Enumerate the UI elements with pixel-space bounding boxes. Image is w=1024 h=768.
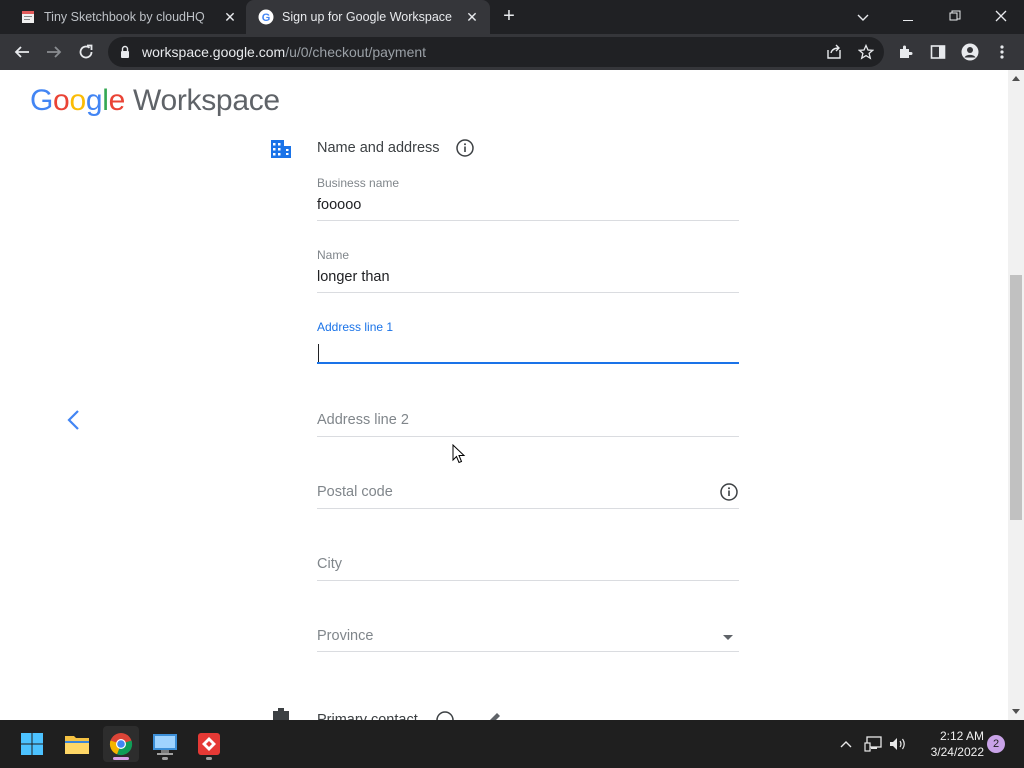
browser-toolbar: workspace.google.com/u/0/checkout/paymen… bbox=[0, 34, 1024, 70]
tab-title: Sign up for Google Workspace bbox=[282, 10, 453, 24]
chrome-taskbar-icon[interactable] bbox=[103, 726, 139, 762]
clock-time: 2:12 AM bbox=[939, 729, 984, 743]
forward-icon[interactable] bbox=[41, 39, 67, 65]
mouse-pointer-icon bbox=[452, 443, 466, 464]
running-indicator bbox=[162, 757, 168, 760]
restore-button[interactable] bbox=[932, 4, 978, 30]
field-label: Business name bbox=[317, 176, 400, 190]
logo-letter: o bbox=[53, 84, 70, 117]
close-window-button[interactable] bbox=[978, 4, 1024, 30]
field-placeholder[interactable]: Address line 2 bbox=[317, 412, 409, 428]
network-icon[interactable] bbox=[863, 734, 883, 754]
dropdown-arrow-icon[interactable] bbox=[723, 635, 733, 640]
svg-text:G: G bbox=[262, 12, 271, 24]
logo-letter: G bbox=[30, 84, 54, 117]
file-explorer-icon[interactable] bbox=[59, 726, 95, 762]
field-underline bbox=[317, 436, 739, 437]
tab-google-workspace[interactable]: G Sign up for Google Workspace ✕ bbox=[246, 0, 490, 34]
field-underline bbox=[317, 362, 739, 364]
url-path: /u/0/checkout/payment bbox=[285, 44, 427, 60]
windows-taskbar: 2:12 AM 3/24/2022 2 bbox=[0, 720, 1024, 768]
volume-icon[interactable] bbox=[888, 734, 908, 754]
name-field[interactable]: Name longer than bbox=[317, 248, 739, 294]
info-icon[interactable] bbox=[719, 482, 739, 502]
contact-card-icon bbox=[270, 708, 292, 720]
tab-search-chevron-icon[interactable] bbox=[840, 4, 886, 30]
system-clock[interactable]: 2:12 AM 3/24/2022 bbox=[912, 728, 984, 760]
logo-letter: o bbox=[69, 84, 86, 117]
business-building-icon bbox=[270, 138, 292, 160]
info-icon[interactable] bbox=[455, 138, 475, 158]
field-underline bbox=[317, 220, 739, 221]
tab-title: Tiny Sketchbook by cloudHQ - C bbox=[44, 10, 208, 24]
back-icon[interactable] bbox=[9, 39, 35, 65]
scroll-down-arrow-icon[interactable] bbox=[1012, 709, 1020, 714]
field-placeholder[interactable]: Postal code bbox=[317, 484, 393, 500]
red-app-icon[interactable] bbox=[191, 726, 227, 762]
primary-contact-section: Primary contact bbox=[270, 708, 570, 720]
profile-avatar-icon[interactable] bbox=[957, 39, 983, 65]
windows-start-icon[interactable] bbox=[14, 726, 50, 762]
bookmark-star-icon[interactable] bbox=[856, 42, 876, 62]
active-indicator bbox=[113, 757, 129, 760]
field-label: Name bbox=[317, 248, 350, 262]
field-underline bbox=[317, 508, 739, 509]
browser-menu-icon[interactable] bbox=[989, 39, 1015, 65]
close-tab-icon[interactable]: ✕ bbox=[464, 9, 480, 25]
field-underline bbox=[317, 292, 739, 293]
show-hidden-icons-chevron-icon[interactable] bbox=[836, 734, 856, 754]
new-tab-button[interactable]: + bbox=[498, 6, 520, 28]
logo-product-name: Workspace bbox=[132, 84, 280, 117]
share-icon[interactable] bbox=[824, 42, 844, 62]
address-line-2-field[interactable]: Address line 2 bbox=[317, 410, 739, 438]
extensions-icon[interactable] bbox=[893, 39, 919, 65]
logo-letter: g bbox=[85, 84, 103, 117]
lock-icon[interactable] bbox=[118, 45, 132, 59]
postal-code-field[interactable]: Postal code bbox=[317, 482, 739, 510]
running-indicator bbox=[206, 757, 212, 760]
page-scrollbar[interactable] bbox=[1008, 70, 1024, 720]
field-value[interactable]: fooooo bbox=[317, 197, 361, 213]
url-text: workspace.google.com/u/0/checkout/paymen… bbox=[142, 44, 426, 60]
text-caret bbox=[318, 344, 319, 362]
clock-date: 3/24/2022 bbox=[930, 745, 984, 759]
field-placeholder[interactable]: City bbox=[317, 556, 342, 572]
address-line-1-field[interactable]: Address line 1 bbox=[317, 320, 739, 366]
section-title: Name and address bbox=[317, 140, 440, 156]
city-field[interactable]: City bbox=[317, 554, 739, 582]
field-underline bbox=[317, 580, 739, 581]
info-icon[interactable] bbox=[435, 710, 455, 720]
checkout-page: Google Workspace Name and address Busines… bbox=[0, 70, 1008, 720]
scrollbar-thumb[interactable] bbox=[1010, 275, 1022, 520]
scroll-up-arrow-icon[interactable] bbox=[1012, 76, 1020, 81]
notification-badge[interactable]: 2 bbox=[987, 735, 1005, 753]
address-bar[interactable]: workspace.google.com/u/0/checkout/paymen… bbox=[108, 37, 884, 67]
field-underline bbox=[317, 651, 739, 652]
edit-pencil-icon[interactable] bbox=[485, 710, 503, 720]
reload-icon[interactable] bbox=[73, 39, 99, 65]
field-placeholder[interactable]: Province bbox=[317, 628, 373, 644]
sketchbook-favicon-icon bbox=[20, 9, 36, 25]
side-panel-icon[interactable] bbox=[925, 39, 951, 65]
tab-tiny-sketchbook[interactable]: Tiny Sketchbook by cloudHQ - C ✕ bbox=[0, 0, 248, 34]
logo-letter: e bbox=[108, 84, 126, 117]
control-panel-icon[interactable] bbox=[147, 726, 183, 762]
section-title: Primary contact bbox=[317, 712, 418, 720]
google-workspace-logo[interactable]: Google Workspace bbox=[30, 84, 280, 118]
close-tab-icon[interactable]: ✕ bbox=[222, 9, 238, 25]
tab-strip: Tiny Sketchbook by cloudHQ - C ✕ G Sign … bbox=[0, 0, 1024, 34]
google-favicon-icon: G bbox=[258, 9, 274, 25]
field-label: Address line 1 bbox=[317, 320, 394, 334]
business-name-field[interactable]: Business name fooooo bbox=[317, 176, 739, 222]
province-select[interactable]: Province bbox=[317, 626, 739, 654]
previous-step-chevron-icon[interactable] bbox=[64, 408, 84, 432]
field-value[interactable]: longer than bbox=[317, 269, 390, 285]
url-host: workspace.google.com bbox=[142, 44, 286, 60]
minimize-button[interactable] bbox=[886, 4, 932, 30]
